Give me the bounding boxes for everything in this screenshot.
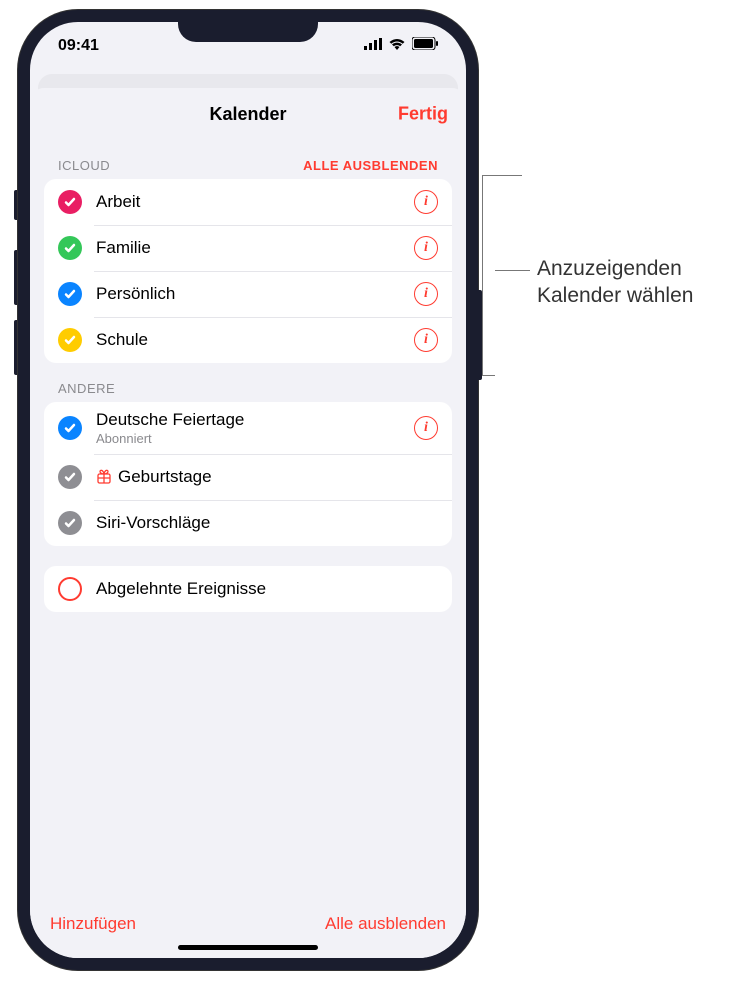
home-indicator[interactable]	[178, 945, 318, 950]
calendar-label: Schule	[96, 330, 414, 350]
calendar-row-persoenlich[interactable]: Persönlich i	[44, 271, 452, 317]
calendar-row-geburtstage[interactable]: Geburtstage	[44, 454, 452, 500]
phone-screen: 09:41 Kalender Fertig IC	[30, 22, 466, 958]
calendars-modal: Kalender Fertig ICLOUD ALLE AUSBLENDEN A…	[30, 88, 466, 958]
checkmark-icon	[58, 416, 82, 440]
icloud-list: Arbeit i Familie i Persönlich i	[44, 179, 452, 363]
calendar-row-feiertage[interactable]: Deutsche Feiertage Abonniert i	[44, 402, 452, 454]
hide-all-button[interactable]: Alle ausblenden	[325, 914, 446, 934]
modal-content: ICLOUD ALLE AUSBLENDEN Arbeit i Familie …	[30, 140, 466, 900]
status-time: 09:41	[58, 37, 99, 55]
calendar-row-siri[interactable]: Siri-Vorschläge	[44, 500, 452, 546]
info-button[interactable]: i	[414, 190, 438, 214]
modal-header: Kalender Fertig	[30, 88, 466, 140]
calendar-row-schule[interactable]: Schule i	[44, 317, 452, 363]
info-button[interactable]: i	[414, 236, 438, 260]
battery-icon	[412, 37, 438, 55]
calendar-label: Siri-Vorschläge	[96, 513, 438, 533]
calendar-label: Geburtstage	[96, 467, 438, 487]
calendar-row-declined[interactable]: Abgelehnte Ereignisse	[44, 566, 452, 612]
section-title: ANDERE	[58, 381, 115, 396]
add-calendar-button[interactable]: Hinzufügen	[50, 914, 136, 934]
checkmark-icon	[58, 328, 82, 352]
checkmark-icon	[58, 190, 82, 214]
info-button[interactable]: i	[414, 328, 438, 352]
gift-icon	[96, 468, 112, 484]
section-header-other: ANDERE	[44, 363, 452, 402]
cellular-icon	[364, 37, 382, 55]
section-header-icloud: ICLOUD ALLE AUSBLENDEN	[44, 140, 452, 179]
section-title: ICLOUD	[58, 158, 110, 173]
info-button[interactable]: i	[414, 282, 438, 306]
done-button[interactable]: Fertig	[398, 104, 448, 125]
calendar-sublabel: Abonniert	[96, 431, 414, 446]
calendar-label: Deutsche Feiertage	[96, 410, 414, 430]
unchecked-circle-icon	[58, 577, 82, 601]
wifi-icon	[388, 37, 406, 55]
notch	[178, 22, 318, 42]
checkmark-icon	[58, 465, 82, 489]
checkmark-icon	[58, 282, 82, 306]
phone-frame: 09:41 Kalender Fertig IC	[18, 10, 478, 970]
info-button[interactable]: i	[414, 416, 438, 440]
checkmark-icon	[58, 236, 82, 260]
calendar-label: Arbeit	[96, 192, 414, 212]
annotation-text: AnzuzeigendenKalender wählen	[537, 255, 693, 310]
calendar-label: Familie	[96, 238, 414, 258]
calendar-row-familie[interactable]: Familie i	[44, 225, 452, 271]
calendar-label: Persönlich	[96, 284, 414, 304]
calendar-label: Abgelehnte Ereignisse	[96, 579, 438, 599]
other-list: Deutsche Feiertage Abonniert i Geburtsta…	[44, 402, 452, 546]
calendar-row-arbeit[interactable]: Arbeit i	[44, 179, 452, 225]
modal-title: Kalender	[209, 104, 286, 125]
status-bar: 09:41	[30, 22, 466, 70]
checkmark-icon	[58, 511, 82, 535]
declined-list: Abgelehnte Ereignisse	[44, 566, 452, 612]
hide-all-icloud-button[interactable]: ALLE AUSBLENDEN	[303, 158, 438, 173]
